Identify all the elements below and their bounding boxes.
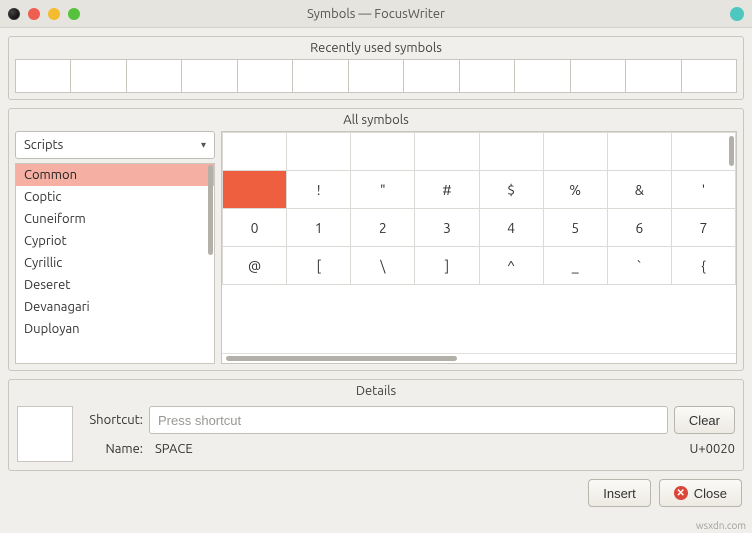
recent-cell[interactable] <box>15 59 71 93</box>
recent-panel: Recently used symbols <box>8 36 744 100</box>
all-symbols-panel: All symbols Scripts ▾ CommonCopticCuneif… <box>8 108 744 371</box>
window-title: Symbols — FocusWriter <box>0 7 752 21</box>
symbol-cell[interactable] <box>415 133 479 171</box>
details-panel: Details Shortcut: Clear Name: SPACE U+00… <box>8 379 744 471</box>
recent-cell[interactable] <box>348 59 404 93</box>
symbol-cell[interactable]: 0 <box>223 209 287 247</box>
details-title: Details <box>15 384 737 398</box>
name-value: SPACE <box>155 442 193 456</box>
grid-horizontal-scrollbar-track[interactable] <box>222 353 736 363</box>
insert-button[interactable]: Insert <box>588 479 651 507</box>
close-icon: ✕ <box>674 486 688 500</box>
app-icon <box>8 8 20 20</box>
recent-row <box>15 59 737 93</box>
recent-cell[interactable] <box>514 59 570 93</box>
symbol-cell[interactable]: & <box>607 171 671 209</box>
symbol-cell[interactable] <box>223 133 287 171</box>
recent-cell[interactable] <box>403 59 459 93</box>
symbol-cell[interactable]: [ <box>287 247 351 285</box>
recent-cell[interactable] <box>70 59 126 93</box>
shortcut-input[interactable] <box>149 406 668 434</box>
recent-cell[interactable] <box>126 59 182 93</box>
script-item[interactable]: Cyrillic <box>16 252 214 274</box>
symbol-cell[interactable]: ^ <box>479 247 543 285</box>
watermark: wsxdn.com <box>696 520 746 531</box>
symbol-cell[interactable] <box>479 133 543 171</box>
close-button-label: Close <box>694 486 727 501</box>
symbol-cell[interactable] <box>543 133 607 171</box>
recent-cell[interactable] <box>292 59 348 93</box>
symbol-cell[interactable]: ! <box>287 171 351 209</box>
script-list: CommonCopticCuneiformCypriotCyrillicDese… <box>15 163 215 364</box>
symbol-cell[interactable] <box>607 133 671 171</box>
symbol-cell[interactable]: _ <box>543 247 607 285</box>
script-item[interactable]: Devanagari <box>16 296 214 318</box>
symbol-grid: !"#$%&' 01234567 @[\]^_`{ <box>222 132 736 285</box>
script-item[interactable]: Cuneiform <box>16 208 214 230</box>
codepoint-value: U+0020 <box>689 442 735 456</box>
all-symbols-title: All symbols <box>15 113 737 127</box>
close-button[interactable]: ✕ Close <box>659 479 742 507</box>
symbol-cell[interactable]: \ <box>351 247 415 285</box>
scripts-dropdown-label: Scripts <box>24 138 63 152</box>
symbol-cell[interactable]: 7 <box>671 209 735 247</box>
recent-cell[interactable] <box>237 59 293 93</box>
grid-vertical-scrollbar[interactable] <box>729 136 734 166</box>
symbol-cell[interactable]: ` <box>607 247 671 285</box>
recent-cell[interactable] <box>681 59 737 93</box>
name-label: Name: <box>83 442 143 456</box>
symbol-cell[interactable] <box>287 133 351 171</box>
maximize-window-icon[interactable] <box>68 8 80 20</box>
recent-cell[interactable] <box>570 59 626 93</box>
scripts-dropdown[interactable]: Scripts ▾ <box>15 131 215 159</box>
script-item[interactable]: Cypriot <box>16 230 214 252</box>
recent-cell[interactable] <box>181 59 237 93</box>
help-indicator-icon[interactable] <box>730 7 744 21</box>
clear-button[interactable]: Clear <box>674 406 735 434</box>
symbol-cell[interactable]: " <box>351 171 415 209</box>
symbol-cell[interactable]: 4 <box>479 209 543 247</box>
symbol-cell[interactable]: @ <box>223 247 287 285</box>
symbol-cell[interactable]: { <box>671 247 735 285</box>
symbol-cell[interactable]: ] <box>415 247 479 285</box>
symbol-cell[interactable]: 1 <box>287 209 351 247</box>
close-window-icon[interactable] <box>28 8 40 20</box>
symbol-cell[interactable] <box>671 133 735 171</box>
symbol-cell[interactable]: $ <box>479 171 543 209</box>
symbol-cell[interactable]: % <box>543 171 607 209</box>
script-item[interactable]: Coptic <box>16 186 214 208</box>
recent-cell[interactable] <box>459 59 515 93</box>
shortcut-label: Shortcut: <box>83 413 143 427</box>
window-controls <box>8 8 80 20</box>
symbol-cell[interactable] <box>223 171 287 209</box>
chevron-down-icon: ▾ <box>201 139 206 151</box>
script-list-scrollbar[interactable] <box>208 165 213 255</box>
recent-title: Recently used symbols <box>15 41 737 55</box>
script-item[interactable]: Common <box>16 164 214 186</box>
symbol-cell[interactable]: # <box>415 171 479 209</box>
titlebar: Symbols — FocusWriter <box>0 0 752 28</box>
symbol-preview <box>17 406 73 462</box>
symbol-grid-wrap: !"#$%&' 01234567 @[\]^_`{ <box>221 131 737 364</box>
grid-horizontal-scrollbar[interactable] <box>226 356 457 361</box>
symbol-cell[interactable]: 5 <box>543 209 607 247</box>
symbol-cell[interactable]: ' <box>671 171 735 209</box>
script-item[interactable]: Deseret <box>16 274 214 296</box>
recent-cell[interactable] <box>625 59 681 93</box>
minimize-window-icon[interactable] <box>48 8 60 20</box>
symbol-cell[interactable]: 6 <box>607 209 671 247</box>
symbol-cell[interactable]: 2 <box>351 209 415 247</box>
symbol-cell[interactable]: 3 <box>415 209 479 247</box>
script-item[interactable]: Duployan <box>16 318 214 340</box>
footer-buttons: Insert ✕ Close <box>8 479 744 507</box>
symbol-cell[interactable] <box>351 133 415 171</box>
